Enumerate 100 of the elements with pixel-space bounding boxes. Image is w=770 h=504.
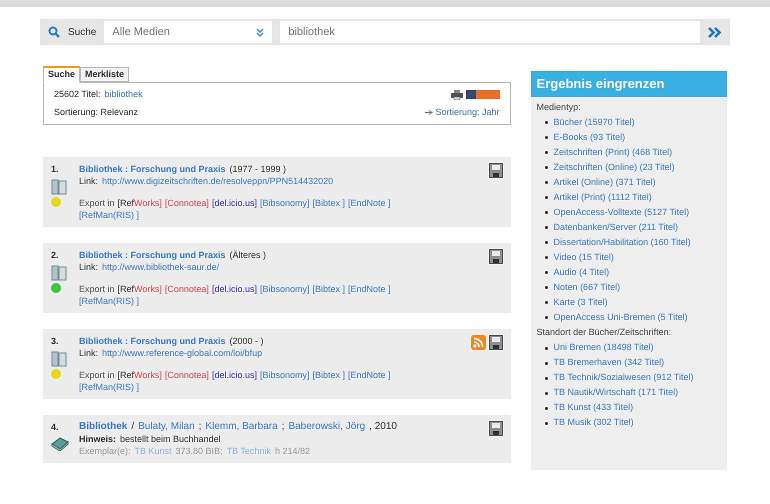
- facet-link[interactable]: Zeitschriften (Online) (23 Titel): [554, 160, 675, 174]
- facet-link[interactable]: TB Technik/Sozialwesen (912 Titel): [554, 371, 694, 385]
- facet-link[interactable]: Dissertation/Habilitation (160 Titel): [554, 236, 691, 250]
- result-title-link[interactable]: Bibliothek : Forschung und Praxis: [79, 163, 226, 175]
- facet-link[interactable]: Artikel (Print) (1112 Titel): [554, 190, 652, 204]
- bullet-icon: [544, 346, 548, 350]
- facet-link[interactable]: TB Musik (302 Titel): [554, 416, 634, 430]
- facet-link[interactable]: Audio (4 Titel): [554, 266, 610, 280]
- sort-link[interactable]: Sortierung: Jahr: [436, 106, 500, 119]
- result-years: (1977 - 1999 ): [230, 163, 286, 175]
- result-title-link[interactable]: Bibliothek : Forschung und Praxis: [79, 335, 226, 347]
- export-label: Export in: [79, 283, 115, 295]
- result-number: 4.: [51, 421, 59, 434]
- link-label: Link:: [79, 347, 98, 359]
- facet-link[interactable]: Bücher (15970 Titel): [554, 116, 635, 130]
- search-term-link[interactable]: bibliothek: [104, 88, 143, 102]
- export-link[interactable]: [Bibtex ]: [312, 369, 346, 381]
- author-separator: ;: [198, 421, 202, 433]
- facet-link[interactable]: E-Books (93 Titel): [554, 130, 626, 144]
- bullet-icon: [544, 392, 548, 394]
- export-link[interactable]: [RefWorks]: [118, 197, 162, 209]
- facet-link[interactable]: OpenAccess Uni-Bremen (5 Titel): [554, 310, 688, 324]
- facet-link[interactable]: Datenbanken/Server (211 Titel): [554, 220, 678, 234]
- export-link[interactable]: [Connotea]: [164, 197, 209, 209]
- double-chevron-icon: [256, 28, 264, 36]
- printer-icon[interactable]: [450, 90, 463, 100]
- refine-panel-title: Ergebnis eingrenzen: [530, 71, 727, 96]
- url-link[interactable]: http://www.digizeitschriften.de/resolveppn/PPN514432020: [102, 175, 334, 187]
- copies-label: Exemplar(e):: [79, 445, 131, 457]
- bullet-icon: [544, 136, 548, 139]
- note-label: Hinweis:: [79, 433, 116, 445]
- facet-link[interactable]: TB Nautik/Wirtschaft (171 Titel): [554, 386, 678, 400]
- bullet-icon: [544, 376, 548, 380]
- arrow-right-icon: [424, 110, 432, 115]
- export-link[interactable]: [Bibtex ]: [312, 197, 346, 209]
- facet-group-label: Standort der Bücher/Zeitschriften:: [536, 326, 672, 339]
- result-title-link[interactable]: Bibliothek: [79, 421, 128, 433]
- media-select[interactable]: Alle Medien: [104, 21, 272, 43]
- export-link[interactable]: [del.icio.us]: [212, 283, 257, 295]
- result-title-link[interactable]: Bibliothek : Forschung und Praxis: [79, 249, 226, 261]
- facet-link[interactable]: Karte (3 Titel): [554, 296, 608, 310]
- facet-link[interactable]: OpenAccess-Volltexte (5127 Titel): [554, 206, 690, 220]
- export-link[interactable]: [RefMan(RIS) ]: [79, 295, 140, 307]
- document-icon: [51, 350, 67, 366]
- author-link[interactable]: Bulaty, Milan: [138, 421, 195, 433]
- export-link[interactable]: [EndNote ]: [348, 369, 391, 381]
- bullet-icon: [544, 196, 548, 199]
- bullet-icon: [544, 271, 548, 274]
- bullet-icon: [544, 301, 548, 304]
- tab[interactable]: Merkliste: [80, 67, 130, 82]
- facet-link[interactable]: TB Bremerhaven (342 Titel): [554, 356, 664, 370]
- shelf-mark: h 214/82: [274, 445, 310, 457]
- bullet-icon: [544, 406, 548, 410]
- export-link[interactable]: [Bibsonomy]: [260, 283, 310, 295]
- search-label: Suche: [68, 26, 96, 40]
- result-number: 1.: [51, 163, 59, 176]
- export-link[interactable]: [EndNote ]: [348, 197, 391, 209]
- export-link[interactable]: [Connotea]: [164, 283, 209, 295]
- export-link[interactable]: [RefWorks]: [118, 283, 162, 295]
- double-chevron-right-icon[interactable]: [708, 26, 722, 38]
- facet-link[interactable]: Video (15 Titel): [554, 250, 614, 264]
- export-link[interactable]: [RefMan(RIS) ]: [79, 209, 140, 221]
- sort-order: Sortierung: Relevanz: [54, 106, 138, 119]
- export-link[interactable]: [RefMan(RIS) ]: [79, 381, 140, 393]
- export-link[interactable]: [EndNote ]: [348, 283, 391, 295]
- tab[interactable]: Suche: [43, 66, 80, 83]
- bullet-icon: [544, 316, 548, 319]
- document-icon: [51, 178, 67, 194]
- export-link[interactable]: [RefWorks]: [118, 369, 162, 381]
- url-link[interactable]: http://www.reference-global.com/loi/bfup: [102, 347, 262, 359]
- url-link[interactable]: http://www.bibliothek-saur.de/: [102, 261, 220, 273]
- bullet-icon: [544, 362, 548, 364]
- export-link[interactable]: [Connotea]: [164, 369, 209, 381]
- export-link[interactable]: [Bibsonomy]: [260, 197, 310, 209]
- bullet-icon: [544, 241, 548, 244]
- export-link[interactable]: [del.icio.us]: [212, 197, 257, 209]
- facet-link[interactable]: Noten (667 Titel): [554, 280, 620, 294]
- export-link[interactable]: [Bibtex ]: [312, 283, 346, 295]
- shelf-mark: 373.80 BIB;: [176, 445, 223, 457]
- note-text: bestellt beim Buchhandel: [120, 433, 221, 445]
- facet-link[interactable]: TB Kunst (433 Titel): [554, 401, 634, 415]
- search-icon: [48, 26, 60, 38]
- bullet-icon: [544, 121, 548, 124]
- bullet-icon: [544, 286, 548, 289]
- author-link[interactable]: Klemm, Barbara: [205, 421, 278, 433]
- export-label: Export in: [79, 197, 115, 209]
- bullet-icon: [544, 151, 548, 154]
- export-label: Export in: [79, 369, 115, 381]
- location-link[interactable]: TB Kunst: [134, 445, 172, 457]
- search-field[interactable]: bibliothek: [280, 21, 700, 43]
- author-link[interactable]: Baberowski, Jörg: [288, 421, 366, 433]
- rss-feed-badge-icon[interactable]: [466, 90, 500, 100]
- facet-link[interactable]: Zeitschriften (Print) (468 Titel): [554, 146, 672, 160]
- export-link[interactable]: [del.icio.us]: [212, 369, 257, 381]
- export-link[interactable]: [Bibsonomy]: [260, 369, 310, 381]
- facet-group-label: Medientyp:: [536, 100, 582, 114]
- book-icon: [51, 436, 69, 450]
- bullet-icon: [544, 256, 548, 259]
- facet-link[interactable]: Uni Bremen (18498 Titel): [554, 341, 654, 355]
- facet-link[interactable]: Artikel (Online) (371 Titel): [554, 176, 656, 190]
